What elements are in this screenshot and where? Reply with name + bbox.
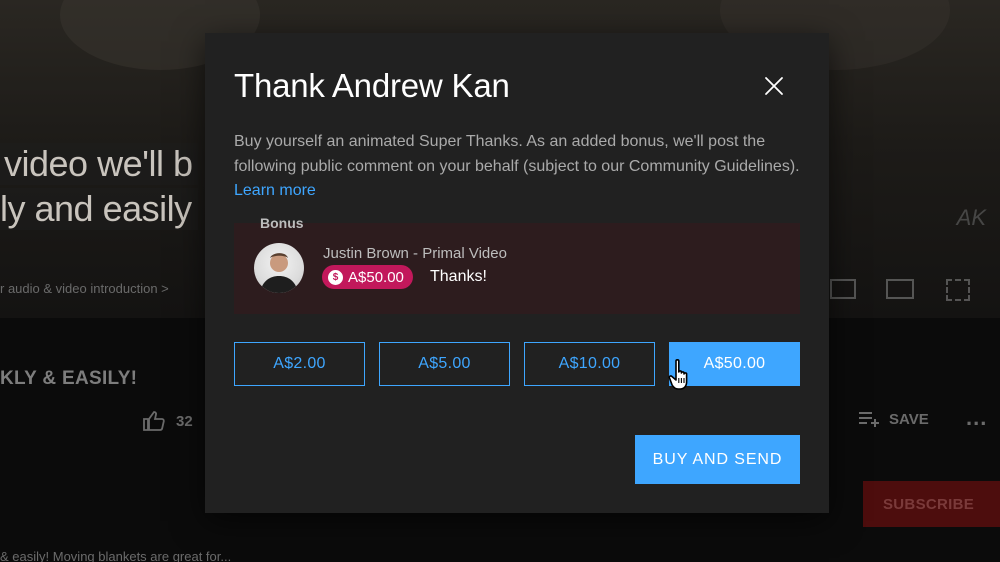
video-caption-line: ly and easily — [0, 188, 198, 230]
dialog-description: Buy yourself an animated Super Thanks. A… — [234, 130, 802, 204]
close-icon — [765, 77, 783, 95]
bonus-label: Bonus — [260, 215, 304, 231]
hand-cursor-icon — [668, 359, 688, 390]
save-label: SAVE — [889, 410, 929, 428]
bonus-comment-preview: Bonus Justin Brown - Primal Video $ A$50… — [234, 215, 800, 314]
save-button[interactable]: SAVE — [858, 410, 929, 428]
super-thanks-badge: $ A$50.00 — [322, 265, 413, 289]
super-thanks-icon: $ — [328, 269, 343, 285]
super-thanks-dialog: Thank Andrew Kan Buy yourself an animate… — [205, 33, 829, 513]
video-caption-line: video we'll b — [0, 143, 199, 185]
comment-text: Thanks! — [430, 268, 487, 285]
commenter-name: Justin Brown - Primal Video — [323, 245, 507, 262]
buy-and-send-button[interactable]: BUY AND SEND — [635, 435, 800, 484]
badge-amount: A$50.00 — [348, 268, 404, 286]
fullscreen-icon[interactable] — [946, 279, 970, 301]
channel-watermark: AK — [956, 205, 986, 230]
avatar — [254, 243, 304, 293]
screen: video we'll b ly and easily AK r audio &… — [0, 0, 1000, 562]
amount-option-2[interactable]: A$2.00 — [234, 342, 365, 386]
theater-mode-icon[interactable] — [886, 279, 914, 299]
miniplayer-icon[interactable] — [830, 279, 856, 299]
subscribe-button[interactable]: SUBSCRIBE — [863, 481, 1000, 527]
save-playlist-icon — [859, 412, 879, 427]
close-button[interactable] — [759, 71, 789, 101]
video-description: & easily! Moving blankets are great for.… — [0, 549, 232, 562]
like-count: 32 — [176, 412, 193, 430]
like-button[interactable]: 32 — [142, 410, 193, 432]
amount-option-5[interactable]: A$5.00 — [379, 342, 510, 386]
learn-more-link[interactable]: Learn more — [234, 182, 316, 199]
description-text: Buy yourself an animated Super Thanks. A… — [234, 133, 800, 175]
more-actions-icon[interactable]: ... — [966, 405, 987, 431]
dialog-title: Thank Andrew Kan — [234, 67, 510, 104]
video-title: KLY & EASILY! — [0, 368, 138, 389]
like-icon — [143, 411, 165, 431]
chapter-title[interactable]: r audio & video introduction > — [0, 281, 169, 296]
amount-option-10[interactable]: A$10.00 — [524, 342, 655, 386]
